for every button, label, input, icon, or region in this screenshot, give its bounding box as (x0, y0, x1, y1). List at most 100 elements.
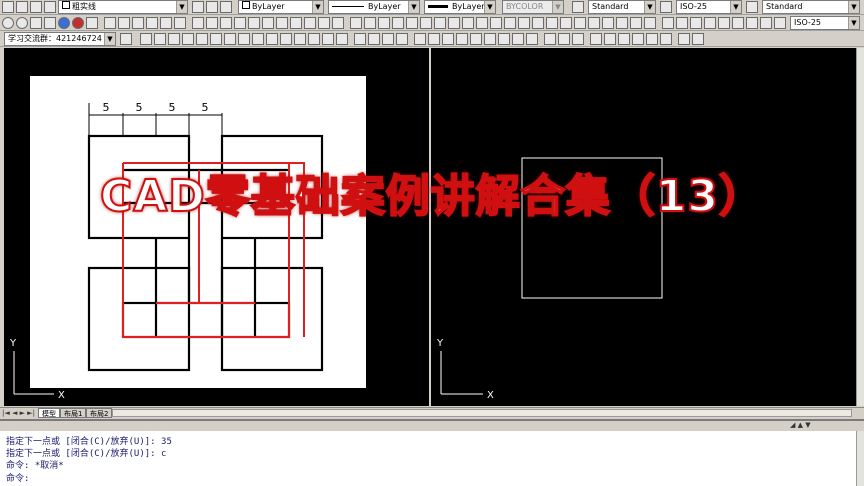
viewport-left[interactable]: 5 5 5 5 X Y (4, 48, 429, 406)
break-icon[interactable] (588, 17, 600, 29)
chevron-down-icon[interactable]: ▼ (176, 1, 187, 13)
dim-style-combo[interactable]: ISO-25 ▼ (676, 0, 742, 14)
revolve-icon[interactable] (526, 33, 538, 45)
markup-icon[interactable] (234, 17, 246, 29)
view-iso-icon[interactable] (660, 33, 672, 45)
wedge-icon[interactable] (428, 33, 440, 45)
osnap-nearest-icon[interactable] (308, 33, 320, 45)
subtract-icon[interactable] (558, 33, 570, 45)
tool-palette-icon[interactable] (206, 17, 218, 29)
tab-nav-arrows[interactable]: |◄ ◄ ► ►| (2, 409, 35, 417)
command-window[interactable]: ◢ ▲ ▼ 指定下一点或 [闭合(C)/放弃(U)]: 35 指定下一点或 [闭… (0, 419, 864, 486)
erase-icon[interactable] (434, 17, 446, 29)
zoom-window-icon[interactable] (160, 17, 172, 29)
dim-style-combo-2[interactable]: ISO-25 ▼ (790, 16, 860, 30)
offset-icon[interactable] (476, 17, 488, 29)
ucs-world-icon[interactable] (368, 33, 380, 45)
dim-angular-icon[interactable] (718, 17, 730, 29)
chevron-down-icon[interactable]: ▼ (848, 17, 859, 29)
copy-icon[interactable] (448, 17, 460, 29)
array-icon[interactable] (490, 17, 502, 29)
vertical-scrollbar[interactable] (856, 48, 864, 406)
dim-linear-icon[interactable] (662, 17, 674, 29)
chevron-down-icon[interactable]: ▼ (848, 1, 859, 13)
osnap-extension-icon[interactable] (196, 33, 208, 45)
view-bottom-icon[interactable] (604, 33, 616, 45)
horizontal-scrollbar[interactable] (112, 409, 852, 417)
osnap-perpendicular-icon[interactable] (252, 33, 264, 45)
bulb-icon[interactable] (16, 1, 28, 13)
view-left-icon[interactable] (618, 33, 630, 45)
join-icon[interactable] (602, 17, 614, 29)
zoom-previous-icon[interactable] (174, 17, 186, 29)
gradient-icon[interactable] (290, 17, 302, 29)
table-style-icon[interactable] (746, 1, 758, 13)
osnap-settings-icon[interactable] (336, 33, 348, 45)
view-right-icon[interactable] (632, 33, 644, 45)
tab-layout2[interactable]: 布局2 (86, 408, 113, 418)
extrude-icon[interactable] (512, 33, 524, 45)
chamfer-icon[interactable] (616, 17, 628, 29)
pyramid-icon[interactable] (498, 33, 510, 45)
command-window-controls[interactable]: ◢ ▲ ▼ (790, 421, 838, 430)
move-icon[interactable] (504, 17, 516, 29)
text-style-icon[interactable] (572, 1, 584, 13)
fillet-icon[interactable] (630, 17, 642, 29)
dim-style-icon[interactable] (660, 1, 672, 13)
properties-icon[interactable] (86, 17, 98, 29)
layer-match-icon[interactable] (220, 1, 232, 13)
workspace-settings-icon[interactable] (120, 33, 132, 45)
dim-aligned-icon[interactable] (676, 17, 688, 29)
xline-icon[interactable] (364, 17, 376, 29)
ucs-face-icon[interactable] (396, 33, 408, 45)
help-icon[interactable] (262, 17, 274, 29)
table-style-combo[interactable]: Standard ▼ (762, 0, 860, 14)
chevron-down-icon[interactable]: ▼ (484, 1, 495, 13)
torus-icon[interactable] (484, 33, 496, 45)
chevron-down-icon[interactable]: ▼ (408, 1, 419, 13)
rectangle-icon[interactable] (406, 17, 418, 29)
zoom-icon[interactable] (146, 17, 158, 29)
sheet-set-icon[interactable] (220, 17, 232, 29)
dim-radius-icon[interactable] (690, 17, 702, 29)
stretch-icon[interactable] (546, 17, 558, 29)
insert-icon[interactable] (44, 17, 56, 29)
intersect-icon[interactable] (572, 33, 584, 45)
osnap-apparent-icon[interactable] (182, 33, 194, 45)
tab-model[interactable]: 模型 (38, 408, 60, 418)
sun-icon[interactable] (30, 1, 42, 13)
render-icon[interactable] (72, 17, 84, 29)
visual-style-icon[interactable] (692, 33, 704, 45)
cone-icon[interactable] (442, 33, 454, 45)
linetype-combo[interactable]: ByLayer ▼ (328, 0, 420, 14)
command-scrollbar[interactable] (856, 431, 864, 486)
explode-icon[interactable] (644, 17, 656, 29)
polyline-icon[interactable] (378, 17, 390, 29)
osnap-insert-icon[interactable] (280, 33, 292, 45)
scale-icon[interactable] (532, 17, 544, 29)
line-icon[interactable] (350, 17, 362, 29)
region-icon[interactable] (304, 17, 316, 29)
layer-previous-icon[interactable] (206, 1, 218, 13)
union-icon[interactable] (544, 33, 556, 45)
trim-icon[interactable] (560, 17, 572, 29)
command-prompt[interactable]: 命令: (6, 471, 29, 484)
osnap-intersection-icon[interactable] (168, 33, 180, 45)
osnap-midpoint-icon[interactable] (154, 33, 166, 45)
osnap-node-icon[interactable] (294, 33, 306, 45)
osnap-tangent-icon[interactable] (238, 33, 250, 45)
circle-icon[interactable] (2, 17, 14, 29)
arc-icon[interactable] (420, 17, 432, 29)
ellipse-icon[interactable] (16, 17, 28, 29)
workspace-combo[interactable]: 学习交流群：421246724 ▼ (4, 32, 116, 46)
chevron-down-icon[interactable]: ▼ (312, 1, 323, 13)
osnap-none-icon[interactable] (322, 33, 334, 45)
layer-manager-icon[interactable] (2, 1, 14, 13)
sphere-icon[interactable] (456, 33, 468, 45)
dim-update-icon[interactable] (774, 17, 786, 29)
extend-icon[interactable] (574, 17, 586, 29)
chevron-down-icon[interactable]: ▼ (644, 1, 655, 13)
ucs-icon[interactable] (354, 33, 366, 45)
globe-icon[interactable] (58, 17, 70, 29)
layer-combo[interactable]: 粗实线 ▼ (58, 0, 188, 14)
